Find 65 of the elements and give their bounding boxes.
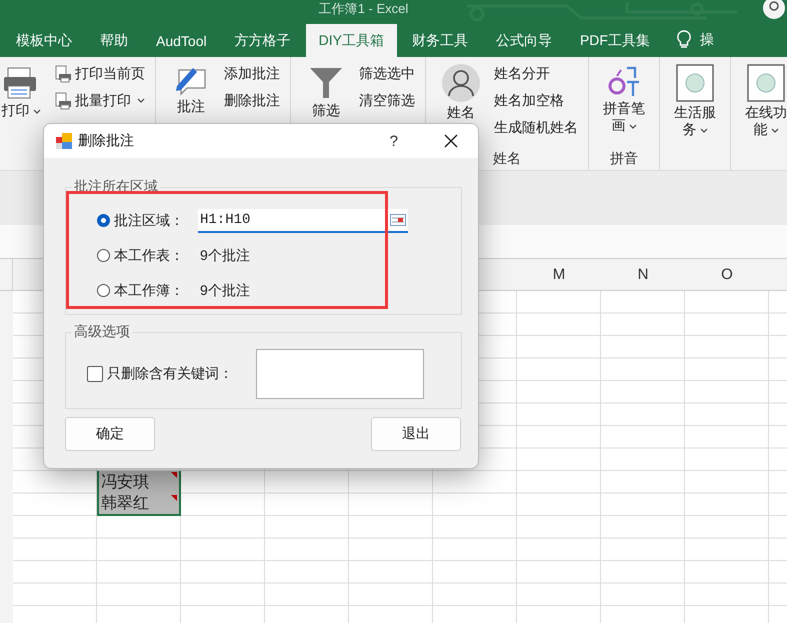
caret-icon: [700, 128, 708, 133]
comment-count: 9个批注: [200, 246, 250, 264]
group-title: 高级选项: [72, 323, 132, 341]
ribbon-button[interactable]: 生成随机姓名: [490, 114, 582, 141]
ribbon-tab[interactable]: 公式向导: [482, 24, 565, 57]
ribbon-button[interactable]: 删除批注: [220, 87, 284, 114]
large-ribbon-button[interactable]: 姓名: [432, 60, 490, 123]
print-page-icon: [54, 64, 72, 82]
large-ribbon-button[interactable]: 批注: [162, 60, 220, 117]
column-header[interactable]: M: [552, 266, 566, 283]
large-ribbon-button[interactable]: 在线功能: [737, 60, 787, 140]
table-cell: 冯安琪: [97, 471, 181, 494]
range-picker-icon[interactable]: [390, 214, 406, 226]
caret-icon: [32, 108, 40, 114]
ribbon-button[interactable]: 打印当前页: [50, 60, 149, 87]
caret-icon: [628, 124, 636, 129]
large-ribbon-button[interactable]: 拼音笔画: [595, 60, 653, 136]
option-label[interactable]: 本工作表：: [114, 246, 200, 264]
ribbon-button[interactable]: 姓名分开: [490, 60, 582, 87]
caret-icon: [770, 128, 778, 133]
close-icon[interactable]: [444, 134, 458, 148]
option-label[interactable]: 批注区域：: [114, 212, 200, 230]
radio-button[interactable]: [97, 214, 110, 227]
table-cell: 韩翠红: [97, 494, 181, 516]
ribbon-tab[interactable]: AudTool: [143, 24, 220, 57]
ok-button[interactable]: 确定: [65, 417, 155, 451]
lightbulb-icon[interactable]: [676, 30, 692, 50]
ribbon-tab[interactable]: 财务工具: [398, 24, 481, 57]
ribbon-tab[interactable]: PDF工具集: [566, 24, 663, 57]
ribbon-tab[interactable]: 帮助: [87, 24, 141, 57]
keyword-input-field[interactable]: [256, 349, 424, 399]
column-header[interactable]: O: [721, 266, 733, 283]
window-title: 工作簿1 - Excel: [318, 0, 408, 18]
ribbon-button[interactable]: 批量打印: [50, 87, 149, 114]
account-avatar-icon[interactable]: [761, 0, 787, 20]
print-page-icon: [54, 92, 72, 110]
ribbon-button[interactable]: 筛选选中: [355, 60, 419, 87]
dialog-title: 删除批注: [78, 132, 135, 150]
column-header[interactable]: N: [638, 266, 648, 283]
large-ribbon-button[interactable]: 筛选: [297, 60, 355, 121]
ribbon-button[interactable]: 添加批注: [220, 60, 284, 87]
range-input-field[interactable]: H1:H10: [198, 208, 408, 232]
exit-button[interactable]: 退出: [371, 417, 461, 451]
large-ribbon-button[interactable]: 生活服务: [666, 60, 724, 140]
group-label: 姓名: [492, 150, 522, 168]
ribbon-tab[interactable]: 方方格子: [222, 24, 304, 57]
pinyin-icon: [607, 64, 641, 98]
ribbon-button[interactable]: 姓名加空格: [490, 87, 582, 114]
radio-button[interactable]: [97, 284, 110, 297]
group-label: 拼音: [609, 150, 639, 168]
app-icon: [56, 133, 72, 149]
person-avatar-icon: [442, 64, 480, 102]
ribbon-tab[interactable]: 模板中心: [3, 24, 85, 57]
comment-count: 9个批注: [200, 282, 250, 300]
large-ribbon-button[interactable]: 打印: [0, 60, 50, 121]
circle-tile-icon: [676, 64, 714, 102]
caret-icon: [137, 98, 145, 103]
help-button[interactable]: ?: [386, 132, 402, 150]
ribbon-button[interactable]: 清空筛选: [355, 87, 419, 114]
ribbon-tab[interactable]: DIY工具箱: [306, 24, 397, 57]
tell-me-label[interactable]: 操: [700, 31, 714, 49]
checkbox-label[interactable]: 只删除含有关键词：: [107, 365, 256, 383]
option-label[interactable]: 本工作簿：: [114, 282, 200, 300]
checkbox[interactable]: [87, 366, 103, 382]
radio-button[interactable]: [97, 249, 110, 262]
